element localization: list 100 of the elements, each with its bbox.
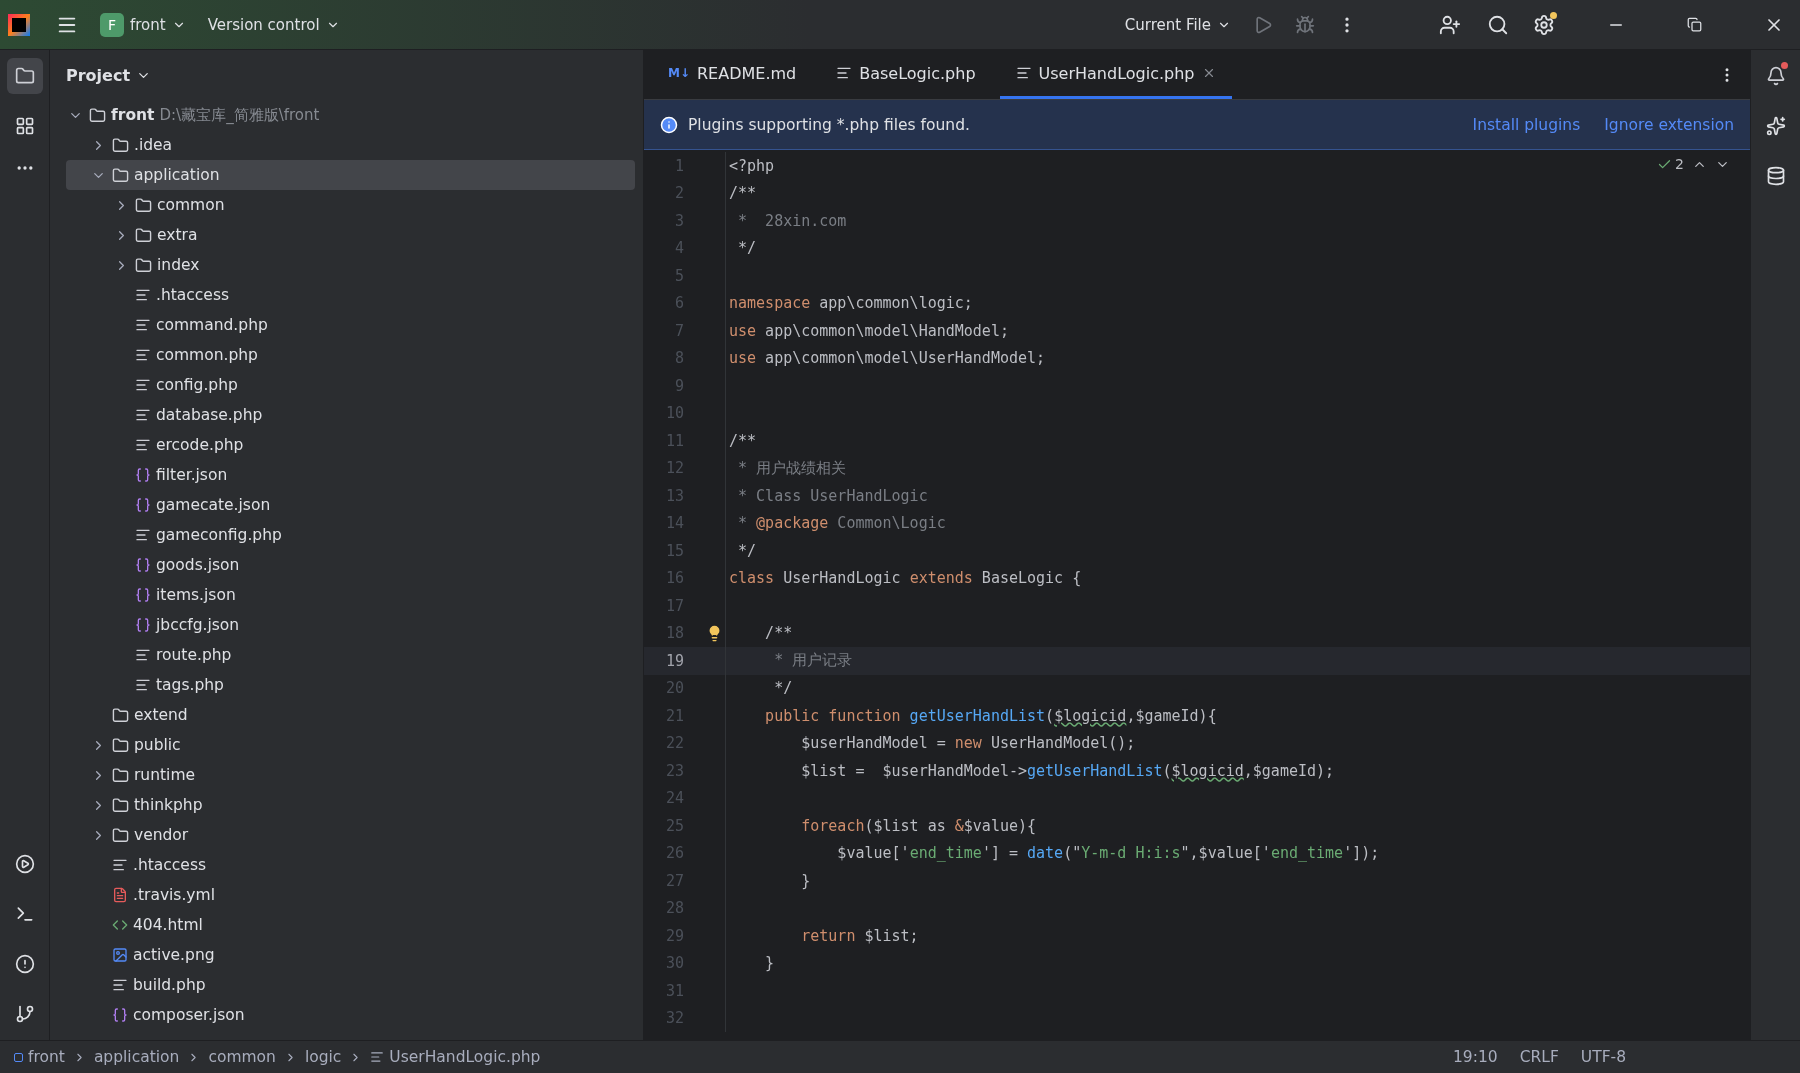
banner-link[interactable]: Install plugins — [1472, 115, 1581, 134]
run-config-selector[interactable]: Current File — [1116, 9, 1239, 40]
tree-item[interactable]: composer.json — [66, 1000, 635, 1030]
database-icon[interactable] — [1765, 166, 1786, 186]
tree-item[interactable]: index — [66, 250, 635, 280]
file-encoding[interactable]: UTF-8 — [1580, 1048, 1626, 1066]
tree-item[interactable]: goods.json — [66, 550, 635, 580]
tree-item[interactable]: .htaccess — [66, 850, 635, 880]
code-line: * 28xin.com — [737, 211, 847, 230]
braces-icon — [112, 1007, 128, 1023]
project-selector[interactable]: F front — [92, 6, 194, 43]
code-line: use app\common\model\UserHandModel; — [728, 349, 1046, 368]
run-icon[interactable] — [14, 854, 35, 874]
sparkles-icon[interactable] — [1765, 116, 1786, 136]
code-line: /** — [728, 431, 757, 450]
code-line: <?php — [728, 156, 775, 175]
tree-item[interactable]: common.php — [66, 340, 635, 370]
tree-item[interactable]: application — [66, 160, 635, 190]
tree-item[interactable]: .htaccess — [66, 280, 635, 310]
folder-icon[interactable] — [14, 66, 35, 86]
code-line: /** — [764, 624, 793, 643]
tree-item[interactable]: items.json — [66, 580, 635, 610]
folder-icon — [112, 736, 129, 754]
git-branch-icon[interactable] — [14, 1004, 35, 1024]
folder-icon — [135, 196, 152, 214]
folder-icon — [89, 106, 106, 124]
folder-icon — [112, 136, 129, 154]
editor-tab[interactable]: M↓ README.md — [652, 50, 813, 99]
tree-item[interactable]: .travis.yml — [66, 880, 635, 910]
text-file-icon — [112, 977, 128, 993]
tree-item[interactable]: route.php — [66, 640, 635, 670]
restore-icon[interactable] — [1687, 17, 1702, 32]
braces-icon — [135, 617, 151, 633]
tree-item[interactable]: gamecate.json — [66, 490, 635, 520]
breadcrumb[interactable]: common — [208, 1048, 276, 1066]
tree-item[interactable]: front D:\藏宝库_简雅版\front — [66, 100, 635, 130]
text-file-icon — [135, 407, 151, 423]
tree-item[interactable]: thinkphp — [66, 790, 635, 820]
text-file-icon — [1015, 65, 1032, 81]
bug-icon[interactable] — [1295, 14, 1315, 35]
code-line: $list = $userHandModel->getUserHandList($logicid,$gameId); — [800, 761, 1335, 780]
tree-item[interactable]: public — [66, 730, 635, 760]
project-tool-button[interactable] — [6, 58, 43, 94]
folder-icon — [112, 166, 129, 184]
tree-item[interactable]: extra — [66, 220, 635, 250]
text-file-icon — [135, 347, 151, 363]
tree-item[interactable]: gameconfig.php — [66, 520, 635, 550]
tree-item[interactable]: extend — [66, 700, 635, 730]
breadcrumb[interactable]: application — [93, 1048, 180, 1066]
folder-icon — [135, 256, 152, 274]
breadcrumb[interactable]: UserHandLogic.php — [370, 1048, 541, 1066]
vcs-menu[interactable]: Version control — [199, 9, 348, 40]
tree-item[interactable]: 404.html — [66, 910, 635, 940]
breadcrumb[interactable]: logic — [304, 1048, 342, 1066]
tree-item[interactable]: vendor — [66, 820, 635, 850]
app-logo — [8, 13, 30, 36]
code-line: namespace app\common\logic; — [728, 294, 973, 313]
structure-icon[interactable] — [14, 116, 35, 136]
cursor-position[interactable]: 19:10 — [1453, 1048, 1498, 1066]
tree-item[interactable]: .idea — [66, 130, 635, 160]
problems-icon[interactable] — [14, 954, 35, 974]
code-line: */ — [773, 679, 793, 698]
settings-icon[interactable] — [1533, 13, 1555, 36]
editor-tab[interactable]: BaseLogic.php — [820, 50, 992, 99]
tree-item[interactable]: build.php — [66, 970, 635, 1000]
breadcrumb[interactable]: front — [14, 1048, 65, 1066]
markdown-icon: M↓ — [668, 66, 690, 80]
tree-item[interactable]: database.php — [66, 400, 635, 430]
folder-icon — [112, 796, 129, 814]
tree-item[interactable]: common — [66, 190, 635, 220]
tree-item[interactable]: runtime — [66, 760, 635, 790]
project-panel-title[interactable]: Project — [50, 50, 168, 100]
tree-item[interactable]: ercode.php — [66, 430, 635, 460]
search-icon[interactable] — [1487, 13, 1509, 36]
code-line: */ — [737, 239, 757, 258]
folder-icon — [112, 766, 129, 784]
text-file-icon — [135, 647, 151, 663]
bell-icon[interactable] — [1765, 66, 1786, 86]
text-file-icon — [836, 65, 853, 81]
banner-link[interactable]: Ignore extension — [1604, 115, 1734, 134]
code-line: * 用户记录 — [773, 651, 853, 671]
add-user-icon[interactable] — [1439, 13, 1461, 36]
tree-item[interactable]: config.php — [66, 370, 635, 400]
tree-item[interactable]: filter.json — [66, 460, 635, 490]
code-icon — [112, 917, 128, 933]
line-ending[interactable]: CRLF — [1519, 1048, 1559, 1066]
braces-icon — [135, 557, 151, 573]
tree-item[interactable]: tags.php — [66, 670, 635, 700]
tree-item[interactable]: jbccfg.json — [66, 610, 635, 640]
text-file-icon — [135, 677, 151, 693]
code-line: * 用户战绩相关 — [737, 458, 847, 478]
tree-item[interactable]: command.php — [66, 310, 635, 340]
text-file-icon — [135, 287, 151, 303]
code-line: /** — [728, 184, 757, 203]
tree-item[interactable]: active.png — [66, 940, 635, 970]
text-file-icon — [135, 377, 151, 393]
code-line: return $list; — [800, 926, 919, 945]
banner-message: Plugins supporting *.php files found. — [688, 115, 971, 134]
code-line: class UserHandLogic extends BaseLogic { — [728, 569, 1082, 588]
code-line: $value['end_time'] = date("Y-m-d H:i:s",$value['end_time']); — [836, 844, 1380, 863]
